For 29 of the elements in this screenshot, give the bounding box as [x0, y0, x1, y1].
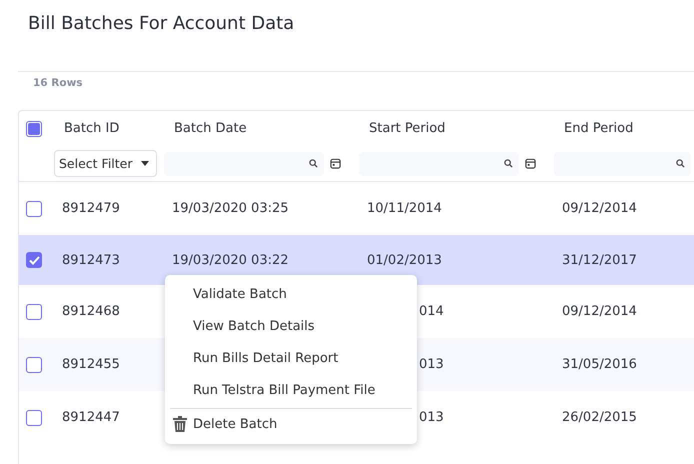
- table-cell: 013: [419, 410, 444, 425]
- table-cell: 014: [419, 304, 444, 319]
- menu-item[interactable]: Run Telstra Bill Payment File: [165, 374, 417, 406]
- table-cell: 09/12/2014: [562, 201, 637, 216]
- menu-item[interactable]: Delete Batch: [165, 409, 417, 439]
- column-header[interactable]: End Period: [564, 121, 634, 136]
- table-cell: 8912479: [62, 201, 120, 216]
- menu-item[interactable]: Validate Batch: [165, 278, 417, 310]
- table-cell: 19/03/2020 03:25: [172, 201, 289, 216]
- table-cell: 8912473: [62, 252, 120, 268]
- menu-item[interactable]: Run Bills Detail Report: [165, 342, 417, 374]
- row-count: 16 Rows: [32, 76, 84, 91]
- filter-select[interactable]: Select Filter: [54, 150, 157, 177]
- column-header[interactable]: Batch ID: [64, 121, 120, 136]
- table-cell: 8912468: [62, 304, 120, 319]
- table-cell: 10/11/2014: [367, 201, 442, 216]
- table-cell: 31/05/2016: [562, 357, 637, 372]
- page-title: Bill Batches For Account Data: [27, 12, 296, 36]
- table-cell: 8912447: [62, 410, 120, 425]
- table-cell: 01/02/2013: [367, 252, 442, 268]
- table-cell: 8912455: [62, 357, 120, 372]
- column-header[interactable]: Batch Date: [174, 121, 247, 136]
- table-cell: 19/03/2020 03:22: [172, 252, 289, 268]
- column-header[interactable]: Start Period: [369, 121, 446, 136]
- table-cell: 013: [419, 357, 444, 372]
- menu-item[interactable]: View Batch Details: [165, 310, 417, 342]
- table-cell: 09/12/2014: [562, 304, 637, 319]
- table-cell: 26/02/2015: [562, 410, 637, 425]
- table-cell: 31/12/2017: [562, 252, 637, 268]
